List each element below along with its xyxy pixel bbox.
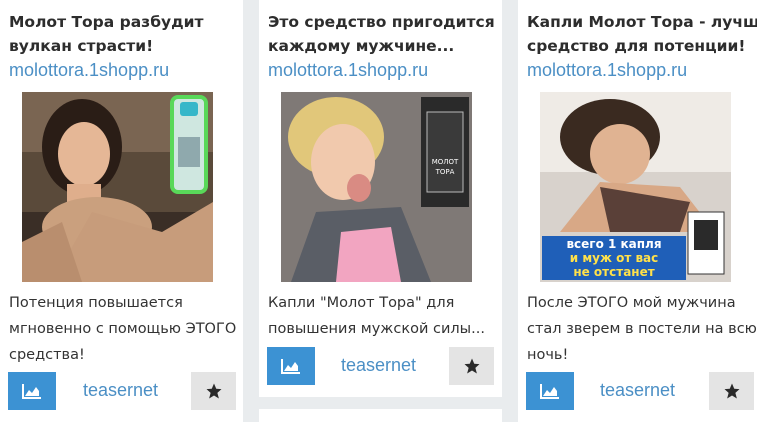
ad-description-line: повышения мужской силы... (268, 321, 485, 337)
ad-description-line: стал зверем в постели на всю (527, 321, 757, 337)
banner-text-line: не отстанет (573, 265, 654, 279)
ad-description-line: Капли "Молот Тора" для (268, 295, 455, 311)
ad-description-line: Потенция повышается (9, 295, 183, 311)
ad-title-line[interactable]: Капли Молот Тора - лучшее (527, 10, 757, 34)
ad-title[interactable]: Молот Тора разбудит вулкан страсти! (9, 10, 237, 58)
banner-text-line: и муж от вас (570, 251, 659, 265)
favorite-button[interactable] (191, 372, 236, 410)
ad-title[interactable]: Капли Молот Тора - лучшее средство для п… (527, 10, 757, 58)
star-icon (206, 383, 221, 399)
ad-card-3[interactable]: Капли Молот Тора - лучшее средство для п… (518, 0, 763, 422)
favorite-button[interactable] (709, 372, 754, 410)
ad-card-4-partial[interactable] (259, 409, 502, 422)
area-chart-icon (540, 384, 559, 399)
ad-title-line[interactable]: Это средство пригодится (268, 10, 496, 34)
ad-description-line: мгновенно с помощью ЭТОГО (9, 321, 237, 337)
ad-title-line[interactable]: вулкан страсти! (9, 34, 237, 58)
star-icon (724, 383, 739, 399)
ad-title[interactable]: Это средство пригодится каждому мужчине.… (268, 10, 496, 58)
ad-domain-link[interactable]: molottora.1shopp.ru (527, 60, 687, 81)
ad-image[interactable]: МОЛОТ ТОРА (281, 92, 472, 282)
ad-card-1[interactable]: Молот Тора разбудит вулкан страсти! molo… (0, 0, 243, 422)
stats-button[interactable] (267, 347, 315, 385)
ad-image[interactable] (22, 92, 213, 282)
ad-description-line: После ЭТОГО мой мужчина (527, 295, 736, 311)
ad-title-line[interactable]: каждому мужчине... (268, 34, 496, 58)
stats-button[interactable] (8, 372, 56, 410)
banner-text-line: всего 1 капля (566, 237, 661, 251)
favorite-button[interactable] (449, 347, 494, 385)
ad-description: После ЭТОГО мой мужчина стал зверем в по… (527, 290, 759, 368)
star-icon (464, 358, 479, 374)
product-box-label: ТОРА (435, 168, 455, 176)
ad-domain-link[interactable]: molottora.1shopp.ru (9, 60, 169, 81)
ad-card-2[interactable]: Это средство пригодится каждому мужчине.… (259, 0, 502, 397)
ad-domain-link[interactable]: molottora.1shopp.ru (268, 60, 428, 81)
teasernet-brand-link[interactable]: teasernet (341, 355, 416, 376)
teasernet-brand-link[interactable]: teasernet (83, 380, 158, 401)
ad-title-line[interactable]: средство для потенции! (527, 34, 757, 58)
ad-description: Капли "Молот Тора" для повышения мужской… (268, 290, 498, 342)
ad-description-line: ночь! (527, 347, 569, 363)
area-chart-icon (281, 359, 300, 374)
area-chart-icon (22, 384, 41, 399)
teasernet-brand-link[interactable]: teasernet (600, 380, 675, 401)
ad-title-line[interactable]: Молот Тора разбудит (9, 10, 237, 34)
ad-description-line: средства! (9, 347, 85, 363)
ad-image[interactable]: всего 1 капля и муж от вас не отстанет (540, 92, 731, 282)
stats-button[interactable] (526, 372, 574, 410)
product-box-label: МОЛОТ (432, 158, 459, 166)
ad-description: Потенция повышается мгновенно с помощью … (9, 290, 239, 368)
